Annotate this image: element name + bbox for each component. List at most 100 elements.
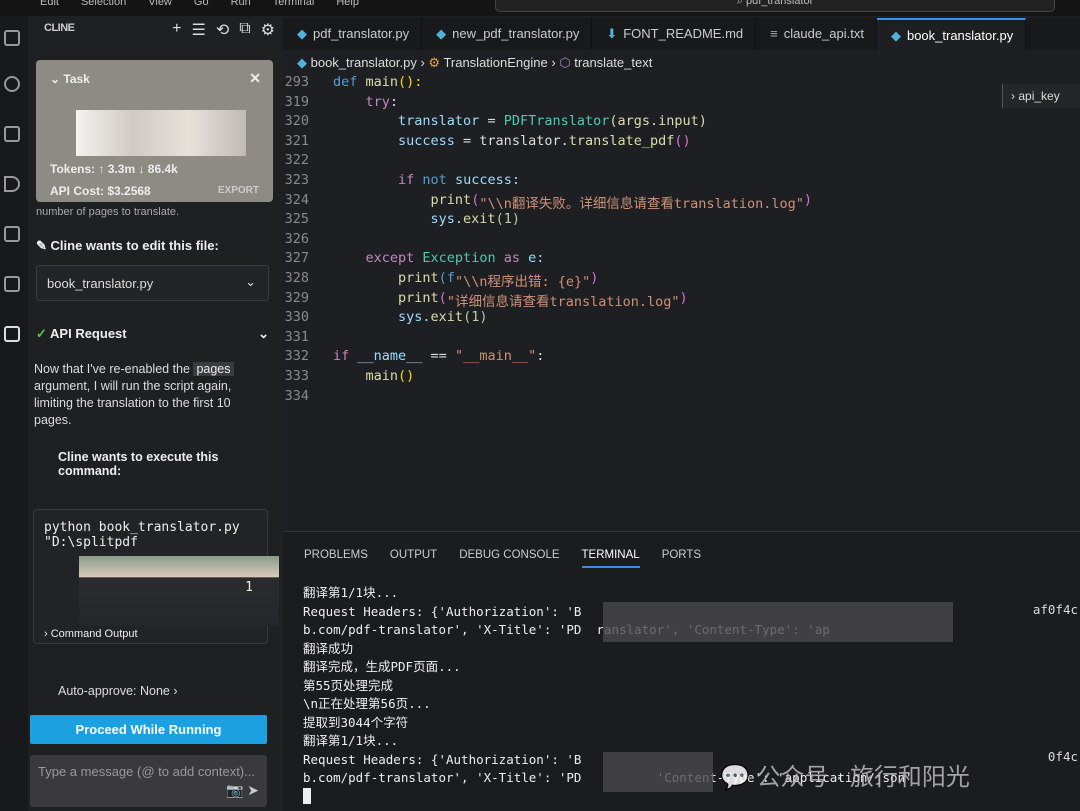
code-token: (1) (495, 211, 520, 228)
cline-icon[interactable] (4, 326, 20, 342)
code-token: def (333, 74, 366, 90)
send-icon[interactable]: ➤ (247, 782, 259, 798)
code-token: = translator. (463, 132, 569, 149)
panel-tab-terminal[interactable]: TERMINAL (581, 549, 640, 568)
tab-font-readme-md[interactable]: ⬇ FONT_README.md (592, 18, 757, 50)
code-token: (f (438, 269, 455, 286)
camera-icon[interactable]: 📷 (226, 782, 243, 798)
code-line: 325 sys. exit (1) (283, 211, 1080, 231)
line-number: 326 (284, 230, 309, 247)
tab-new-pdf-translator-py[interactable]: ◆ new_pdf_translator.py (422, 18, 593, 50)
code-line: 322 (283, 152, 1080, 172)
edit-file-name: book_translator.py (47, 276, 154, 291)
code-token: except (365, 250, 423, 267)
terminal-line: 第55页处理完成 (303, 677, 394, 693)
breadcrumb-item[interactable]: book_translator.py (311, 55, 417, 70)
command-line: "D:\splitpdf (44, 535, 138, 550)
extensions-icon[interactable] (4, 226, 20, 242)
mcp-servers-icon[interactable]: ☰ (191, 20, 205, 40)
code-token: __name__ (357, 348, 431, 365)
menu-item[interactable]: Edit (40, 0, 59, 8)
code-token: not (422, 171, 455, 188)
panel-tab-ports[interactable]: PORTS (662, 549, 701, 568)
breadcrumb: ◆ book_translator.py › ⚙ TranslationEngi… (297, 55, 653, 70)
explorer-icon[interactable] (4, 30, 20, 46)
code-token: if (398, 171, 423, 188)
panel-tab-debug-console[interactable]: DEBUG CONSOLE (459, 549, 559, 568)
run-debug-icon[interactable] (4, 176, 20, 192)
auto-approve-toggle[interactable]: Auto-approve: None › (58, 684, 178, 698)
code-token: sys. (333, 309, 431, 326)
python-file-icon: ◆ (297, 55, 311, 70)
panel-tab-problems[interactable]: PROBLEMS (304, 549, 368, 568)
menu-item[interactable]: Go (194, 0, 209, 8)
tab-claude-api-txt[interactable]: ≡ claude_api.txt (756, 18, 877, 50)
edit-file-dropdown[interactable]: book_translator.py ⌄ (36, 265, 269, 301)
line-number: 320 (284, 113, 309, 130)
menu-item[interactable]: Terminal (273, 0, 315, 8)
command-center-search[interactable]: ⌕ pdf_translator (495, 0, 1055, 12)
line-number: 321 (284, 132, 309, 149)
code-editor[interactable]: 293 def main (): 319 try:320 translator = P… (283, 74, 1080, 407)
gear-icon[interactable]: ⚙ (261, 20, 275, 40)
command-output-toggle[interactable]: › Command Output (44, 628, 138, 640)
export-button[interactable]: EXPORT (218, 185, 259, 196)
command-block: python book_translator.py "D:\splitpdf 1… (33, 509, 279, 644)
code-token: "\\n翻译失败。详细信息请查看translation.log" (479, 195, 804, 212)
code-token: print (398, 269, 439, 286)
menu-item[interactable]: Run (231, 0, 251, 8)
python-file-icon: ◆ (890, 28, 901, 43)
tab-book-translator-py[interactable]: ◆ book_translator.py (876, 18, 1027, 50)
task-header[interactable]: ⌄ Task (50, 72, 90, 86)
menu-item[interactable]: View (148, 0, 172, 8)
close-icon[interactable]: ✕ (249, 70, 261, 87)
code-line: 331 (283, 329, 1080, 349)
breadcrumb-item[interactable]: TranslationEngine (443, 55, 547, 70)
execute-command-label: Cline wants to execute this command: (58, 450, 219, 478)
menu-bar: Edit Selection View Go Run Terminal Help (40, 0, 359, 8)
code-token: success: (454, 171, 520, 188)
code-token: : (536, 348, 545, 365)
new-task-icon[interactable]: + (172, 20, 181, 40)
api-request-row[interactable]: ✓ API Request ⌄ (36, 326, 269, 342)
history-icon[interactable]: ⟲ (216, 20, 229, 40)
code-token: ( (471, 191, 480, 208)
proceed-while-running-button[interactable]: Proceed While Running (30, 715, 267, 744)
code-line: 321 success = translator. translate_pdf() (283, 133, 1080, 153)
menu-item[interactable]: Help (336, 0, 359, 8)
line-number: 327 (284, 250, 309, 267)
chat-input[interactable]: Type a message (@ to add context)... 📷 ➤ (30, 755, 267, 807)
line-number: 333 (284, 367, 309, 384)
code-token: ) (679, 289, 688, 306)
line-number: 323 (284, 171, 309, 188)
api-request-label: API Request (50, 326, 127, 341)
popout-icon[interactable]: ⧉ (239, 20, 250, 40)
line-number: 331 (284, 328, 309, 345)
sticky-outline-api-key[interactable]: › api_key (1002, 84, 1080, 108)
wechat-icon: 💬 (720, 764, 757, 791)
task-label: Task (63, 72, 90, 86)
inline-code: pages (193, 362, 234, 376)
edit-file-label: ✎ Cline wants to edit this file: (36, 238, 219, 254)
search-icon[interactable] (4, 76, 20, 92)
line-number: 330 (284, 309, 309, 326)
line-number: 319 (284, 93, 309, 110)
breadcrumb-item[interactable]: translate_text (574, 55, 652, 70)
redacted-task-text (76, 110, 246, 156)
panel-tab-output[interactable]: OUTPUT (390, 549, 437, 568)
source-control-icon[interactable] (4, 126, 20, 142)
chevron-down-icon: ⌄ (258, 326, 269, 341)
terminal-line: 提取到3044个字符 (303, 714, 409, 730)
menu-item[interactable]: Selection (81, 0, 126, 8)
code-line: 330 sys. exit (1) (283, 309, 1080, 329)
tab-pdf-translator-py[interactable]: ◆ pdf_translator.py (283, 18, 423, 50)
token-usage: Tokens: ↑ 3.3m ↓ 86.4k (50, 162, 178, 176)
markdown-file-icon: ⬇ (606, 26, 618, 41)
tab-label: new_pdf_translator.py (452, 26, 580, 41)
line-number: 328 (284, 269, 309, 286)
chat-placeholder: Type a message (@ to add context)... (38, 764, 255, 779)
testing-icon[interactable] (4, 276, 20, 292)
